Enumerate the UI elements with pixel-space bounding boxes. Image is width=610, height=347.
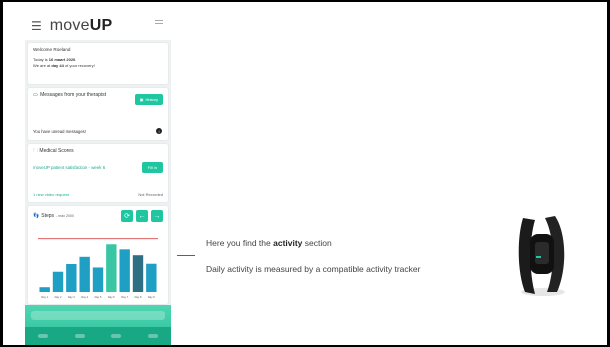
folder-icon: 🗀 (33, 148, 39, 154)
x-tick-label: Day 2 (55, 295, 62, 299)
footsteps-icon: 👣 (33, 213, 40, 219)
app-header: ☰ moveUP (25, 12, 171, 40)
app-logo: moveUP (49, 17, 113, 34)
x-tick-label: Day 8 (135, 295, 142, 299)
slide: ☰ moveUP Welcome Roeland Today is 16 maa… (3, 2, 607, 345)
steps-bar (146, 263, 157, 292)
action-bar[interactable] (31, 311, 165, 320)
tab-bar (25, 327, 171, 345)
steps-bar (66, 264, 77, 292)
x-tick-label: Day 7 (121, 295, 128, 299)
history-icon: ▣ (139, 97, 144, 102)
welcome-card: Welcome Roeland Today is 16 maart 2020. … (28, 43, 168, 84)
unread-messages-row[interactable]: You have unread messages! ! (33, 128, 162, 134)
x-tick-label: Day 3 (68, 295, 75, 299)
recovery-day-line: We are at day 44 of your recovery! (33, 63, 95, 68)
menu-mark-icon (155, 20, 163, 24)
steps-bar (92, 267, 104, 292)
arrow-left-icon[interactable]: ← (136, 210, 148, 222)
messages-title: ▭ Messages from your therapist (33, 92, 106, 98)
x-tick-label: Day 5 (95, 295, 102, 299)
callout-activity-text: Here you find the activity section (206, 238, 332, 248)
message-icon: ▭ (33, 92, 38, 98)
tab-exercises[interactable] (74, 334, 85, 338)
phone-screenshot: ☰ moveUP Welcome Roeland Today is 16 maa… (25, 12, 171, 345)
tab-home[interactable] (38, 334, 49, 338)
x-tick-label: Day 6 (108, 295, 115, 299)
steps-bar (79, 256, 90, 292)
history-button[interactable]: ▣ History (134, 94, 163, 105)
unread-badge: ! (156, 128, 162, 134)
callout-tracker-text: Daily activity is measured by a compatib… (206, 264, 421, 274)
messages-card: ▭ Messages from your therapist ▣ History… (28, 88, 168, 140)
x-tick-label: Day 4 (81, 295, 88, 299)
activity-tracker-image (518, 216, 565, 296)
welcome-title: Welcome Roeland (33, 47, 71, 52)
video-status: Not Recorded (138, 192, 163, 197)
steps-max-label: - max 2000 (56, 214, 75, 218)
steps-bar (119, 249, 130, 292)
bottom-navigation (25, 305, 171, 345)
steps-title: 👣 Steps - max 2000 (33, 213, 75, 219)
refresh-icon[interactable]: ⟳ (121, 210, 133, 222)
video-request-link[interactable]: 1 new video request (33, 192, 69, 197)
steps-bar (106, 244, 117, 292)
steps-chart: Day 1 Day 2 Day 3 Day 4 Day 5 Day 6 Day 7 Day 8… (38, 238, 158, 299)
tab-progress[interactable] (111, 334, 122, 338)
medical-scores-card: 🗀 Medical Scores moveUP patient satisfac… (28, 144, 168, 202)
steps-bar (52, 271, 64, 292)
fill-in-button[interactable]: Fill in (141, 162, 163, 173)
x-tick-label: Day 9 (148, 295, 155, 299)
survey-link[interactable]: moveUP patient satisfaction - week 6 (33, 165, 113, 171)
x-tick-label: Day 1 (41, 295, 48, 299)
tab-profile[interactable] (147, 334, 158, 338)
arrow-right-icon[interactable]: → (151, 210, 163, 222)
steps-bar (39, 287, 50, 292)
steps-card: 👣 Steps - max 2000 ⟳ ← → Day 1 Day 2 Day 3… (28, 206, 168, 304)
callout-connector (177, 255, 195, 256)
medical-scores-title: 🗀 Medical Scores (33, 148, 74, 154)
hamburger-icon[interactable]: ☰ (31, 20, 42, 32)
steps-bar (132, 255, 144, 292)
